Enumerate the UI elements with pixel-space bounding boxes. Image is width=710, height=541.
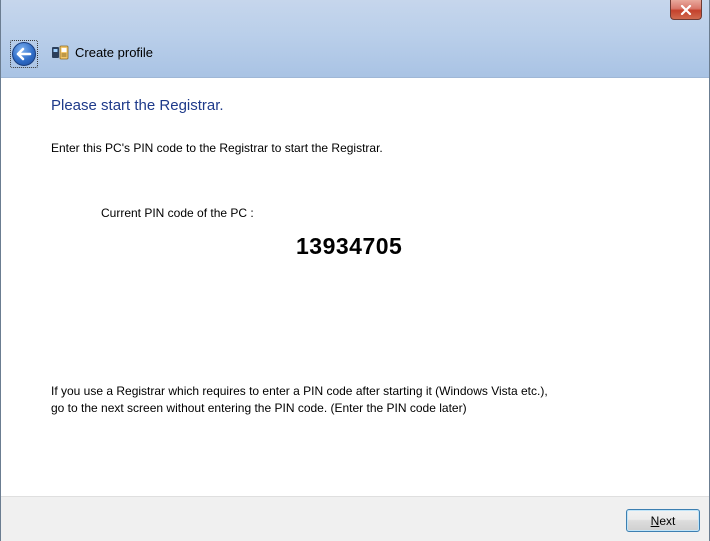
next-accelerator: N	[650, 513, 660, 528]
note-text: If you use a Registrar which requires to…	[51, 383, 548, 417]
back-button[interactable]	[10, 40, 38, 68]
window-title: Create profile	[75, 45, 154, 60]
profile-icon	[52, 45, 69, 60]
close-button[interactable]	[670, 0, 702, 20]
page-heading: Please start the Registrar.	[51, 97, 224, 114]
pin-code-value: 13934705	[296, 233, 403, 259]
title-bar: Create profile	[1, 0, 709, 78]
pin-label: Current PIN code of the PC :	[101, 206, 254, 220]
close-icon	[680, 4, 692, 15]
next-label: ext	[659, 513, 676, 528]
back-arrow-icon	[12, 42, 36, 66]
note-line-2: go to the next screen without entering t…	[51, 401, 467, 415]
footer-bar	[1, 496, 709, 541]
dialog-window: Create profile Please start the Registra…	[0, 0, 710, 541]
note-line-1: If you use a Registrar which requires to…	[51, 384, 548, 398]
instruction-text: Enter this PC's PIN code to the Registra…	[51, 141, 383, 155]
next-button[interactable]: Next	[626, 509, 700, 532]
